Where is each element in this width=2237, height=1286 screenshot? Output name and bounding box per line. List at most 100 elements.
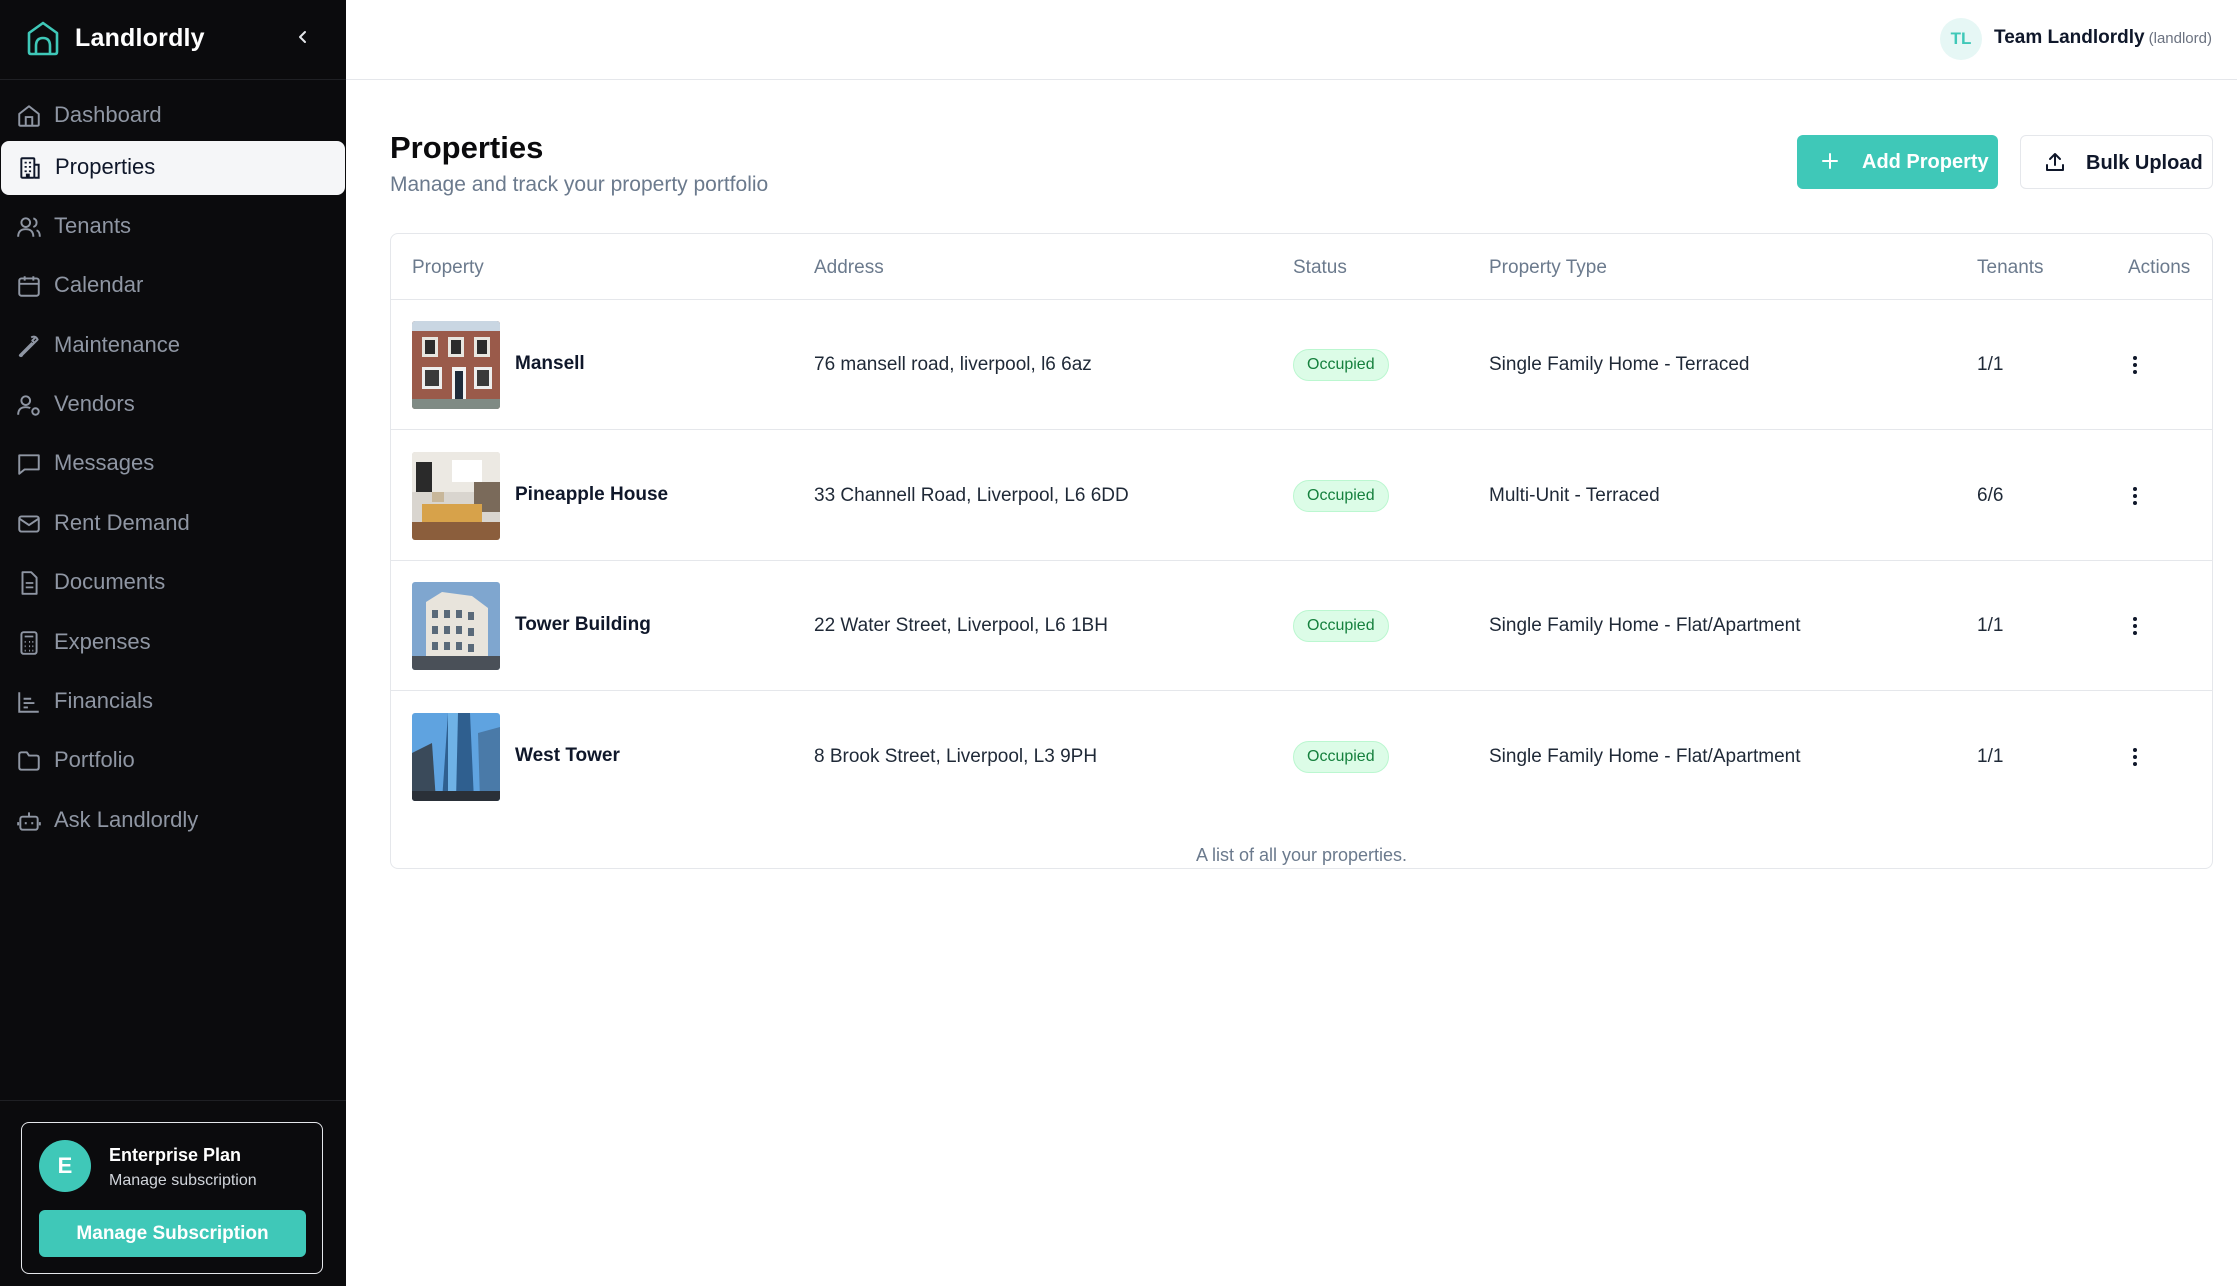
sidebar-item-portfolio[interactable]: Portfolio [0, 734, 346, 788]
calculator-icon [20, 631, 38, 655]
row-actions-button[interactable] [2120, 611, 2150, 641]
sidebar-item-vendors[interactable]: Vendors [0, 378, 346, 432]
status-badge: Occupied [1293, 610, 1389, 642]
chevron-left-icon [299, 31, 306, 43]
page-subtitle: Manage and track your property portfolio [390, 173, 769, 196]
row-actions-button[interactable] [2120, 742, 2150, 772]
app-name: Landlordly [75, 24, 205, 52]
brand-header: Landlordly [0, 0, 346, 80]
sidebar-item-properties[interactable]: Properties [1, 141, 345, 195]
plan-avatar: E [39, 1140, 91, 1192]
sidebar-item-label: Tenants [54, 213, 132, 238]
property-address: 22 Water Street, Liverpool, L6 1BH [814, 615, 1108, 636]
tenant-count: 1/1 [1977, 746, 2004, 767]
sidebar-item-maintenance[interactable]: Maintenance [0, 319, 346, 373]
property-name[interactable]: Mansell [515, 353, 585, 375]
subscription-card: E Enterprise Plan Manage subscription Ma… [21, 1122, 323, 1274]
property-type: Single Family Home - Flat/Apartment [1489, 615, 1801, 636]
user-role: (landlord) [2148, 30, 2212, 47]
status-badge: Occupied [1293, 741, 1389, 773]
sidebar-item-calendar[interactable]: Calendar [0, 259, 346, 313]
bulk-upload-button[interactable]: Bulk Upload [2020, 135, 2213, 189]
page-title: Properties [390, 130, 544, 165]
property-name[interactable]: Tower Building [515, 614, 651, 636]
file-icon [21, 571, 38, 595]
sidebar-item-label: Ask Landlordly [54, 807, 199, 832]
tenant-count: 1/1 [1977, 615, 2004, 636]
property-thumbnail [412, 321, 500, 409]
row-divider [391, 690, 2212, 691]
table-row[interactable]: Mansell 76 mansell road, liverpool, l6 6… [391, 300, 2212, 430]
sidebar-item-label: Financials [54, 688, 154, 713]
column-header-status: Status [1293, 257, 1347, 278]
row-divider [391, 429, 2212, 430]
house-logo-icon [27, 21, 59, 56]
user-name: Team Landlordly [1994, 27, 2145, 48]
sidebar-item-label: Documents [54, 569, 166, 594]
sidebar-item-expenses[interactable]: Expenses [0, 616, 346, 670]
sidebar-item-label: Rent Demand [54, 510, 190, 535]
sidebar-item-label: Messages [54, 450, 155, 475]
user-avatar[interactable]: TL [1940, 18, 1982, 60]
sidebar-item-label: Dashboard [54, 102, 162, 127]
bulk-upload-label: Bulk Upload [2086, 152, 2203, 174]
sidebar-item-label: Maintenance [54, 332, 180, 357]
manage-subscription-button[interactable]: Manage Subscription [39, 1210, 306, 1257]
home-icon [18, 105, 40, 127]
property-type: Multi-Unit - Terraced [1489, 485, 1660, 506]
plus-icon [1822, 153, 1838, 169]
column-header-property: Property [412, 257, 484, 278]
sidebar-item-label: Expenses [54, 629, 151, 654]
users-icon [17, 217, 41, 237]
sidebar: Landlordly Dashboard Properties Tenants … [0, 0, 346, 1286]
message-icon [18, 454, 40, 475]
sidebar-item-tenants[interactable]: Tenants [0, 200, 346, 254]
property-type: Single Family Home - Terraced [1489, 354, 1750, 375]
add-property-label: Add Property [1862, 151, 1989, 173]
row-actions-button[interactable] [2120, 481, 2150, 511]
building-icon [20, 157, 40, 179]
table-row[interactable]: Tower Building 22 Water Street, Liverpoo… [391, 561, 2212, 691]
more-vertical-icon [2133, 356, 2137, 374]
folder-icon [18, 751, 40, 771]
bot-icon [17, 812, 41, 831]
collapse-sidebar-button[interactable] [288, 22, 318, 52]
property-name[interactable]: West Tower [515, 745, 620, 767]
more-vertical-icon [2133, 748, 2137, 766]
sidebar-item-label: Vendors [54, 391, 135, 416]
column-header-property-type: Property Type [1489, 257, 1607, 278]
sidebar-item-label: Calendar [54, 272, 144, 297]
user-menu[interactable]: Team Landlordly (landlord) [1994, 27, 2212, 49]
chart-icon [18, 692, 39, 713]
row-actions-button[interactable] [2120, 350, 2150, 380]
property-name[interactable]: Pineapple House [515, 484, 668, 506]
top-bar: TL Team Landlordly (landlord) [346, 0, 2237, 80]
column-header-address: Address [814, 257, 884, 278]
sidebar-divider [0, 1100, 346, 1101]
table-row[interactable]: West Tower 8 Brook Street, Liverpool, L3… [391, 692, 2212, 822]
property-thumbnail [412, 713, 500, 801]
property-address: 8 Brook Street, Liverpool, L3 9PH [814, 746, 1098, 767]
plan-subtitle: Manage subscription [109, 1172, 257, 1189]
property-thumbnail [412, 582, 500, 670]
calendar-icon [18, 276, 40, 297]
upload-icon [2046, 153, 2064, 171]
plan-title: Enterprise Plan [109, 1145, 242, 1165]
tenant-count: 1/1 [1977, 354, 2004, 375]
more-vertical-icon [2133, 617, 2137, 635]
properties-table: Property Address Status Property Type Te… [390, 233, 2213, 869]
status-badge: Occupied [1293, 349, 1389, 381]
sidebar-item-messages[interactable]: Messages [0, 437, 346, 491]
tenant-count: 6/6 [1977, 485, 2004, 506]
wrench-icon [18, 335, 39, 358]
property-address: 33 Channell Road, Liverpool, L6 6DD [814, 485, 1129, 506]
add-property-button[interactable]: Add Property [1797, 135, 1998, 189]
sidebar-item-documents[interactable]: Documents [0, 556, 346, 610]
sidebar-item-rent-demand[interactable]: Rent Demand [0, 497, 346, 551]
sidebar-item-financials[interactable]: Financials [0, 675, 346, 729]
table-caption: A list of all your properties. [1195, 845, 1408, 865]
sidebar-item-dashboard[interactable]: Dashboard [0, 89, 346, 143]
table-row[interactable]: Pineapple House 33 Channell Road, Liverp… [391, 431, 2212, 561]
more-vertical-icon [2133, 487, 2137, 505]
sidebar-item-ask-landlordly[interactable]: Ask Landlordly [0, 794, 346, 848]
